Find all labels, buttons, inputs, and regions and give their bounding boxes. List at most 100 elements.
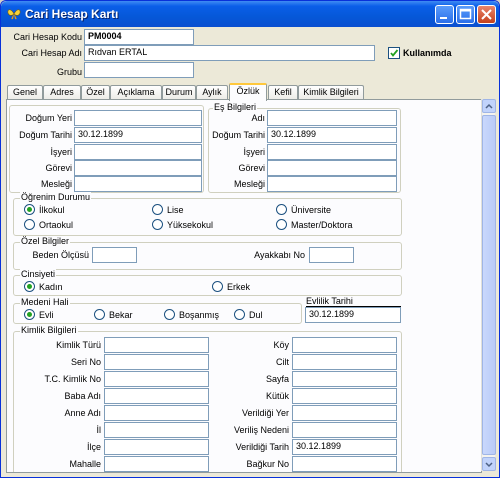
village-label: Köy	[273, 340, 289, 350]
tab-ozel[interactable]: Özel	[81, 85, 110, 100]
issue-date-label: Verildiği Tarih	[235, 442, 289, 452]
scroll-thumb[interactable]	[482, 115, 496, 455]
gender-group: Cinsiyeti	[13, 269, 402, 296]
marital-single-radio[interactable]: Bekar	[94, 309, 133, 320]
tab-ozluk[interactable]: Özlük	[229, 83, 267, 101]
tab-kefil[interactable]: Kefil	[268, 85, 298, 100]
neighborhood-label: Mahalle	[69, 459, 101, 469]
maximize-icon	[459, 8, 472, 20]
active-checkbox-label: Kullanımda	[403, 48, 452, 58]
tab-aciklama[interactable]: Açıklama	[110, 85, 162, 100]
marital-divorced-label: Boşanmış	[179, 309, 220, 320]
tab-kimlik-bilgileri[interactable]: Kimlik Bilgileri	[298, 85, 364, 100]
minimize-button[interactable]	[435, 5, 454, 24]
workplace-field[interactable]	[74, 144, 202, 160]
education-ortaokul-label: Ortaokul	[39, 219, 74, 230]
issue-date-field[interactable]: 30.12.1899	[292, 439, 397, 455]
spouse-name-label: Adı	[251, 113, 265, 123]
province-label: İl	[96, 425, 102, 435]
volume-label: Cilt	[276, 357, 289, 367]
marital-divorced-radio[interactable]: Boşanmış	[164, 309, 219, 320]
tab-adres[interactable]: Adres	[43, 85, 81, 100]
father-name-label: Baba Adı	[64, 391, 101, 401]
serial-no-field[interactable]	[104, 354, 209, 370]
tab-durum[interactable]: Durum	[162, 85, 196, 100]
village-field[interactable]	[292, 337, 397, 353]
tab-aylik[interactable]: Aylık	[196, 85, 228, 100]
spouse-duty-label: Görevi	[238, 163, 265, 173]
spouse-name-field[interactable]	[267, 110, 397, 126]
vertical-scrollbar[interactable]	[481, 99, 496, 471]
body-size-field[interactable]	[92, 247, 137, 263]
birthplace-label: Doğum Yeri	[25, 113, 72, 123]
education-yuksekokul-radio[interactable]: Yüksekokul	[152, 219, 213, 230]
issued-place-field[interactable]	[292, 405, 397, 421]
spouse-workplace-label: İşyeri	[243, 147, 265, 157]
education-lise-radio[interactable]: Lise	[152, 204, 184, 215]
marital-widowed-radio[interactable]: Dul	[234, 309, 263, 320]
account-name-field[interactable]: Rıdvan ERTAL	[84, 45, 375, 61]
app-butterfly-icon	[7, 9, 21, 20]
mother-name-label: Anne Adı	[64, 408, 101, 418]
district-field[interactable]	[104, 439, 209, 455]
education-ilkokul-radio[interactable]: İlkokul	[24, 204, 65, 215]
duty-field[interactable]	[74, 160, 202, 176]
volume-field[interactable]	[292, 354, 397, 370]
workplace-label: İşyeri	[50, 147, 72, 157]
tab-genel[interactable]: Genel	[7, 85, 43, 100]
spouse-workplace-field[interactable]	[267, 144, 397, 160]
shoe-number-field[interactable]	[309, 247, 354, 263]
spouse-job-field[interactable]	[267, 176, 397, 192]
window-title: Cari Hesap Kartı	[25, 7, 119, 21]
issue-reason-field[interactable]	[292, 422, 397, 438]
marital-widowed-label: Dul	[249, 309, 263, 320]
account-code-field[interactable]: PM0004	[84, 29, 194, 45]
minimize-icon	[440, 17, 447, 19]
close-button[interactable]	[477, 5, 496, 24]
identity-group-title: Kimlik Bilgileri	[20, 325, 78, 335]
title-bar[interactable]: Cari Hesap Kartı	[1, 1, 499, 27]
father-name-field[interactable]	[104, 388, 209, 404]
marital-married-radio[interactable]: Evli	[24, 309, 54, 320]
identity-type-field[interactable]	[104, 337, 209, 353]
gender-male-radio[interactable]: Erkek	[212, 281, 250, 292]
spouse-job-label: Mesleği	[233, 179, 265, 189]
identity-type-label: Kimlik Türü	[56, 340, 101, 350]
mother-name-field[interactable]	[104, 405, 209, 421]
issued-place-label: Verildiği Yer	[241, 408, 289, 418]
tc-id-no-field[interactable]	[104, 371, 209, 387]
bagkur-no-field[interactable]	[292, 456, 397, 472]
registry-label: Kütük	[265, 391, 289, 401]
province-field[interactable]	[104, 422, 209, 438]
spouse-duty-field[interactable]	[267, 160, 397, 176]
neighborhood-field[interactable]	[104, 456, 209, 472]
page-field[interactable]	[292, 371, 397, 387]
group-label: Grubu	[56, 67, 82, 77]
birthdate-field[interactable]: 30.12.1899	[74, 127, 202, 143]
job-field[interactable]	[74, 176, 202, 192]
birthplace-field[interactable]	[74, 110, 202, 126]
group-field[interactable]	[84, 62, 194, 78]
main-window: Cari Hesap Kartı Cari Hesap Kodu PM0004 …	[0, 0, 500, 478]
maximize-button[interactable]	[456, 5, 475, 24]
education-universite-radio[interactable]: Üniversite	[276, 204, 331, 215]
account-name-label: Cari Hesap Adı	[21, 48, 82, 58]
marital-single-label: Bekar	[109, 309, 133, 320]
scroll-down-button[interactable]	[482, 457, 496, 471]
marriage-date-field[interactable]: 30.12.1899	[305, 307, 401, 323]
gender-female-radio[interactable]: Kadın	[24, 281, 63, 292]
scroll-up-button[interactable]	[482, 99, 496, 113]
gender-group-title: Cinsiyeti	[20, 269, 57, 279]
education-ortaokul-radio[interactable]: Ortaokul	[24, 219, 73, 230]
duty-label: Görevi	[45, 163, 72, 173]
education-master-radio[interactable]: Master/Doktora	[276, 219, 353, 230]
bagkur-no-label: Bağkur No	[246, 459, 289, 469]
education-universite-label: Üniversite	[291, 204, 332, 215]
spouse-birthdate-field[interactable]: 30.12.1899	[267, 127, 397, 143]
marriage-date-label: Evlilik Tarihi	[306, 296, 401, 307]
active-checkbox[interactable]	[388, 47, 400, 59]
ozluk-panel: Doğum Yeri Doğum Tarihi 30.12.1899 İşyer…	[6, 99, 482, 473]
registry-field[interactable]	[292, 388, 397, 404]
gender-female-label: Kadın	[39, 281, 63, 292]
education-group-title: Öğrenim Durumu	[20, 192, 92, 202]
